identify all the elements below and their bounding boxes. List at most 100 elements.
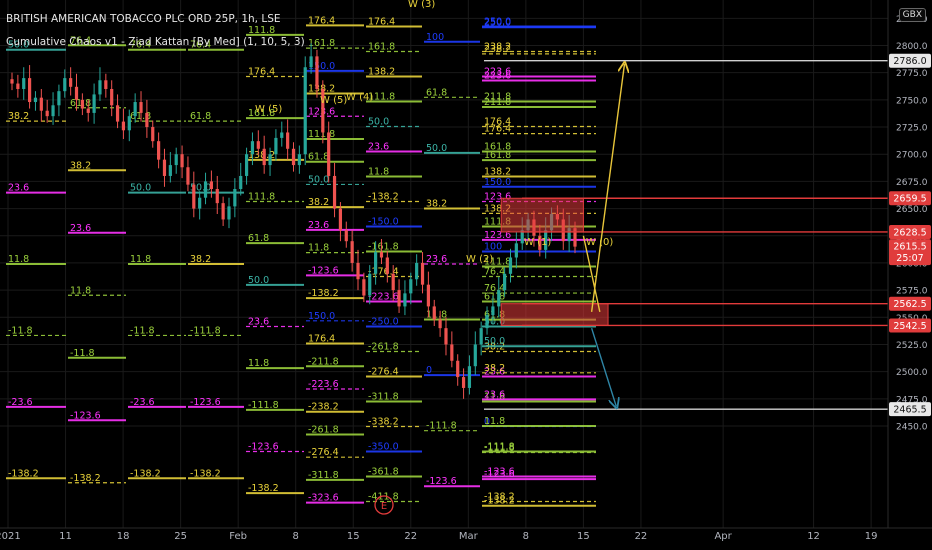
fib-level-label: 11.8 <box>130 254 151 265</box>
fib-level-label: 176.4 <box>484 124 511 135</box>
price-tick-label: 2700.0 <box>896 151 928 161</box>
fib-level-label: 23.6 <box>70 223 91 234</box>
time-tick-label: 8 <box>523 531 529 542</box>
candle-body <box>280 132 284 138</box>
fib-level-label: -123.6 <box>484 469 515 480</box>
fib-level-label: 23.6 <box>248 317 269 328</box>
fib-level-label: 50.0 <box>130 183 151 194</box>
time-tick-label: 22 <box>635 531 648 542</box>
fib-level-label: -111.8 <box>190 325 221 336</box>
fib-level-label: 161.8 <box>484 150 511 161</box>
fib-level-label: -123.6 <box>190 397 221 408</box>
time-tick-label: 8 <box>293 531 299 542</box>
fib-level-label: 23.6 <box>484 389 505 400</box>
fib-level-label: 250.0 <box>484 17 511 28</box>
fib-level-label: 61.8 <box>426 87 447 98</box>
candle-body <box>344 230 348 242</box>
price-label-countdown: 25:07 <box>896 253 923 264</box>
candle-body <box>63 78 67 92</box>
candle-body <box>409 279 413 294</box>
candle-body <box>467 366 472 388</box>
time-tick-label: 18 <box>117 531 130 542</box>
wave-label: W (5) <box>255 104 282 115</box>
candle-body <box>350 241 354 263</box>
price-tick-label: 2750.0 <box>896 96 928 106</box>
price-label-text: 2615.5 <box>893 242 926 253</box>
candle-body <box>186 167 190 185</box>
fib-level-label: -123.6 <box>70 410 101 421</box>
candle-body <box>403 293 407 307</box>
fib-level-label: 61.8 <box>190 111 211 122</box>
candle-body <box>473 344 477 367</box>
fib-level-label: -138.2 <box>484 496 515 507</box>
price-label-text: 2542.5 <box>893 321 926 332</box>
fib-level-label: 23.6 <box>368 142 389 153</box>
fib-level-label: 61.8 <box>308 152 329 163</box>
candle-body <box>303 67 307 155</box>
fib-level-label: -250.0 <box>368 317 399 328</box>
projection-arrow <box>590 64 625 312</box>
fib-level-label: 11.8 <box>484 416 505 427</box>
candle-body <box>374 252 378 274</box>
fib-level-label: 23.6 <box>8 183 29 194</box>
candle-body <box>33 97 38 103</box>
fib-level-label: 23.6 <box>426 254 447 265</box>
fib-level-label: 176.4 <box>308 15 335 26</box>
currency-badge[interactable]: GBX <box>898 8 926 22</box>
price-label-text: 2659.5 <box>893 194 926 205</box>
time-axis[interactable]: 2021 11 18 25 Feb 8 15 22 Mar 8 15 22 Apr 12 19 <box>0 527 932 542</box>
fib-level-label: 238.2 <box>484 44 511 55</box>
candle-body <box>209 181 213 190</box>
time-tick-label: 15 <box>347 531 360 542</box>
candle-body <box>503 273 507 291</box>
indicator-title: Cumulative Chaos v1 - Ziad Kattan [By Me… <box>6 36 305 48</box>
time-tick-label: 25 <box>174 531 187 542</box>
candle-body <box>291 148 296 166</box>
fib-level-label: 50.0 <box>484 336 505 347</box>
fib-level-label: -211.8 <box>308 356 339 367</box>
candle-body <box>86 108 90 113</box>
zone-box <box>500 197 584 233</box>
candle-body <box>221 203 225 220</box>
price-tick-label: 2500.0 <box>896 368 928 378</box>
fib-level-label: -276.4 <box>368 367 399 378</box>
fib-level-label: 161.8 <box>368 42 395 53</box>
wave-label: W (4) <box>346 92 373 103</box>
fib-level-label: -138.2 <box>368 192 399 203</box>
fib-level-label: 50.0 <box>308 174 329 185</box>
candle-body <box>508 257 513 274</box>
fib-level-label: 100 <box>484 242 502 253</box>
wave-label: W (1) <box>524 237 551 248</box>
fib-level-label: 176.4 <box>368 17 395 28</box>
candle-body <box>368 273 372 296</box>
candle-body <box>256 141 260 149</box>
fib-level-label: 38.2 <box>426 198 447 209</box>
candle-body <box>286 132 290 149</box>
fib-level-label: -123.6 <box>426 476 457 487</box>
price-label-text: 2786.0 <box>893 56 926 67</box>
candle-body <box>444 328 448 345</box>
fib-level-label: 176.4 <box>248 67 275 78</box>
fib-level-label: -323.6 <box>308 493 339 504</box>
fib-level-label: -276.4 <box>308 447 339 458</box>
wave-label: W (3) <box>408 0 435 10</box>
fib-level-label: 11.8 <box>368 167 389 178</box>
candle-body <box>497 290 501 307</box>
candle-body <box>45 110 49 117</box>
price-tick-label: 2650.0 <box>896 205 928 215</box>
fib-level-label: -123.6 <box>248 442 279 453</box>
candle-body <box>356 262 360 280</box>
candle-body <box>385 257 389 274</box>
price-tick-label: 2575.0 <box>896 287 928 297</box>
candle-body <box>233 189 237 207</box>
price-label-text: 2628.5 <box>893 227 926 238</box>
candle-body <box>274 137 278 155</box>
chart-canvas[interactable]: 50.0 38.2 23.6 11.8 -11.8 -23.6 -138.2 76.4 61.8… <box>0 0 932 550</box>
candle-body <box>145 112 149 128</box>
candle-body <box>180 154 184 168</box>
candle-body <box>69 78 73 87</box>
fib-level-label: -111.8 <box>248 400 279 411</box>
candle-body <box>268 154 272 166</box>
wave-label: W (0) <box>586 237 613 248</box>
fib-level-label: 76.4 <box>484 267 505 278</box>
